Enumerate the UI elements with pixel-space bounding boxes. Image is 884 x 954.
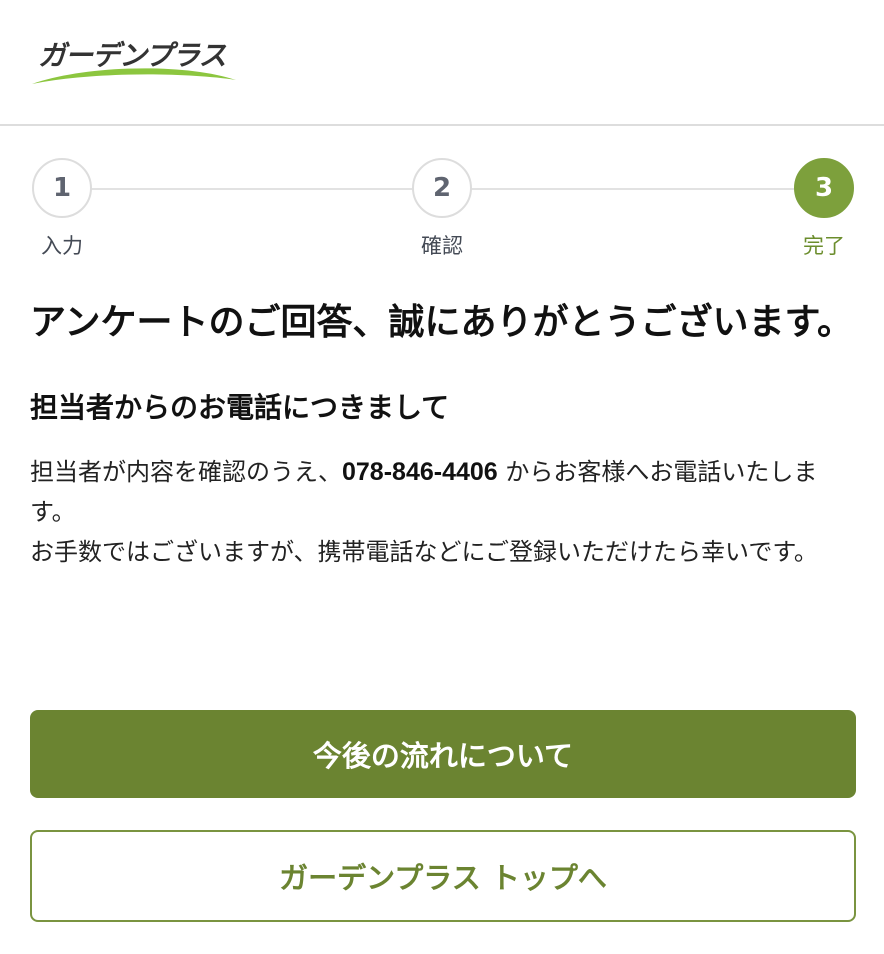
phone-number: 078-846-4406 — [342, 458, 498, 486]
completion-content: アンケートのご回答、誠にありがとうございます。 担当者からのお電話につきまして … — [30, 292, 856, 572]
call-notice-before: 担当者が内容を確認のうえ、 — [30, 458, 342, 486]
next-steps-button[interactable]: 今後の流れについて — [30, 710, 856, 798]
step-label-input: 入力 — [41, 234, 83, 258]
step-number-2: 2 — [412, 158, 472, 218]
logo-swoosh-icon — [32, 68, 236, 84]
site-header: ガーデンプラス — [0, 0, 884, 126]
step-number-3: 3 — [794, 158, 854, 218]
page-title: アンケートのご回答、誠にありがとうございます。 — [30, 302, 853, 343]
progress-stepper: 1 入力 2 確認 3 完了 — [0, 126, 884, 276]
site-logo[interactable]: ガーデンプラス — [32, 30, 242, 90]
gardenplus-top-button[interactable]: ガーデンプラス トップへ — [30, 830, 856, 922]
section-heading: 担当者からのお電話につきまして — [30, 391, 450, 424]
step-label-complete: 完了 — [803, 234, 845, 258]
step-confirm: 2 確認 — [402, 158, 482, 260]
step-input: 1 入力 — [22, 158, 102, 260]
register-request-text: お手数ではございますが、携帯電話などにご登録いただけたら幸いです。 — [30, 538, 818, 566]
step-label-confirm: 確認 — [421, 234, 463, 258]
step-number-1: 1 — [32, 158, 92, 218]
call-notice-text: 担当者が内容を確認のうえ、078-846-4406 からお客様へお電話いたします… — [30, 452, 856, 572]
step-complete: 3 完了 — [784, 158, 864, 260]
